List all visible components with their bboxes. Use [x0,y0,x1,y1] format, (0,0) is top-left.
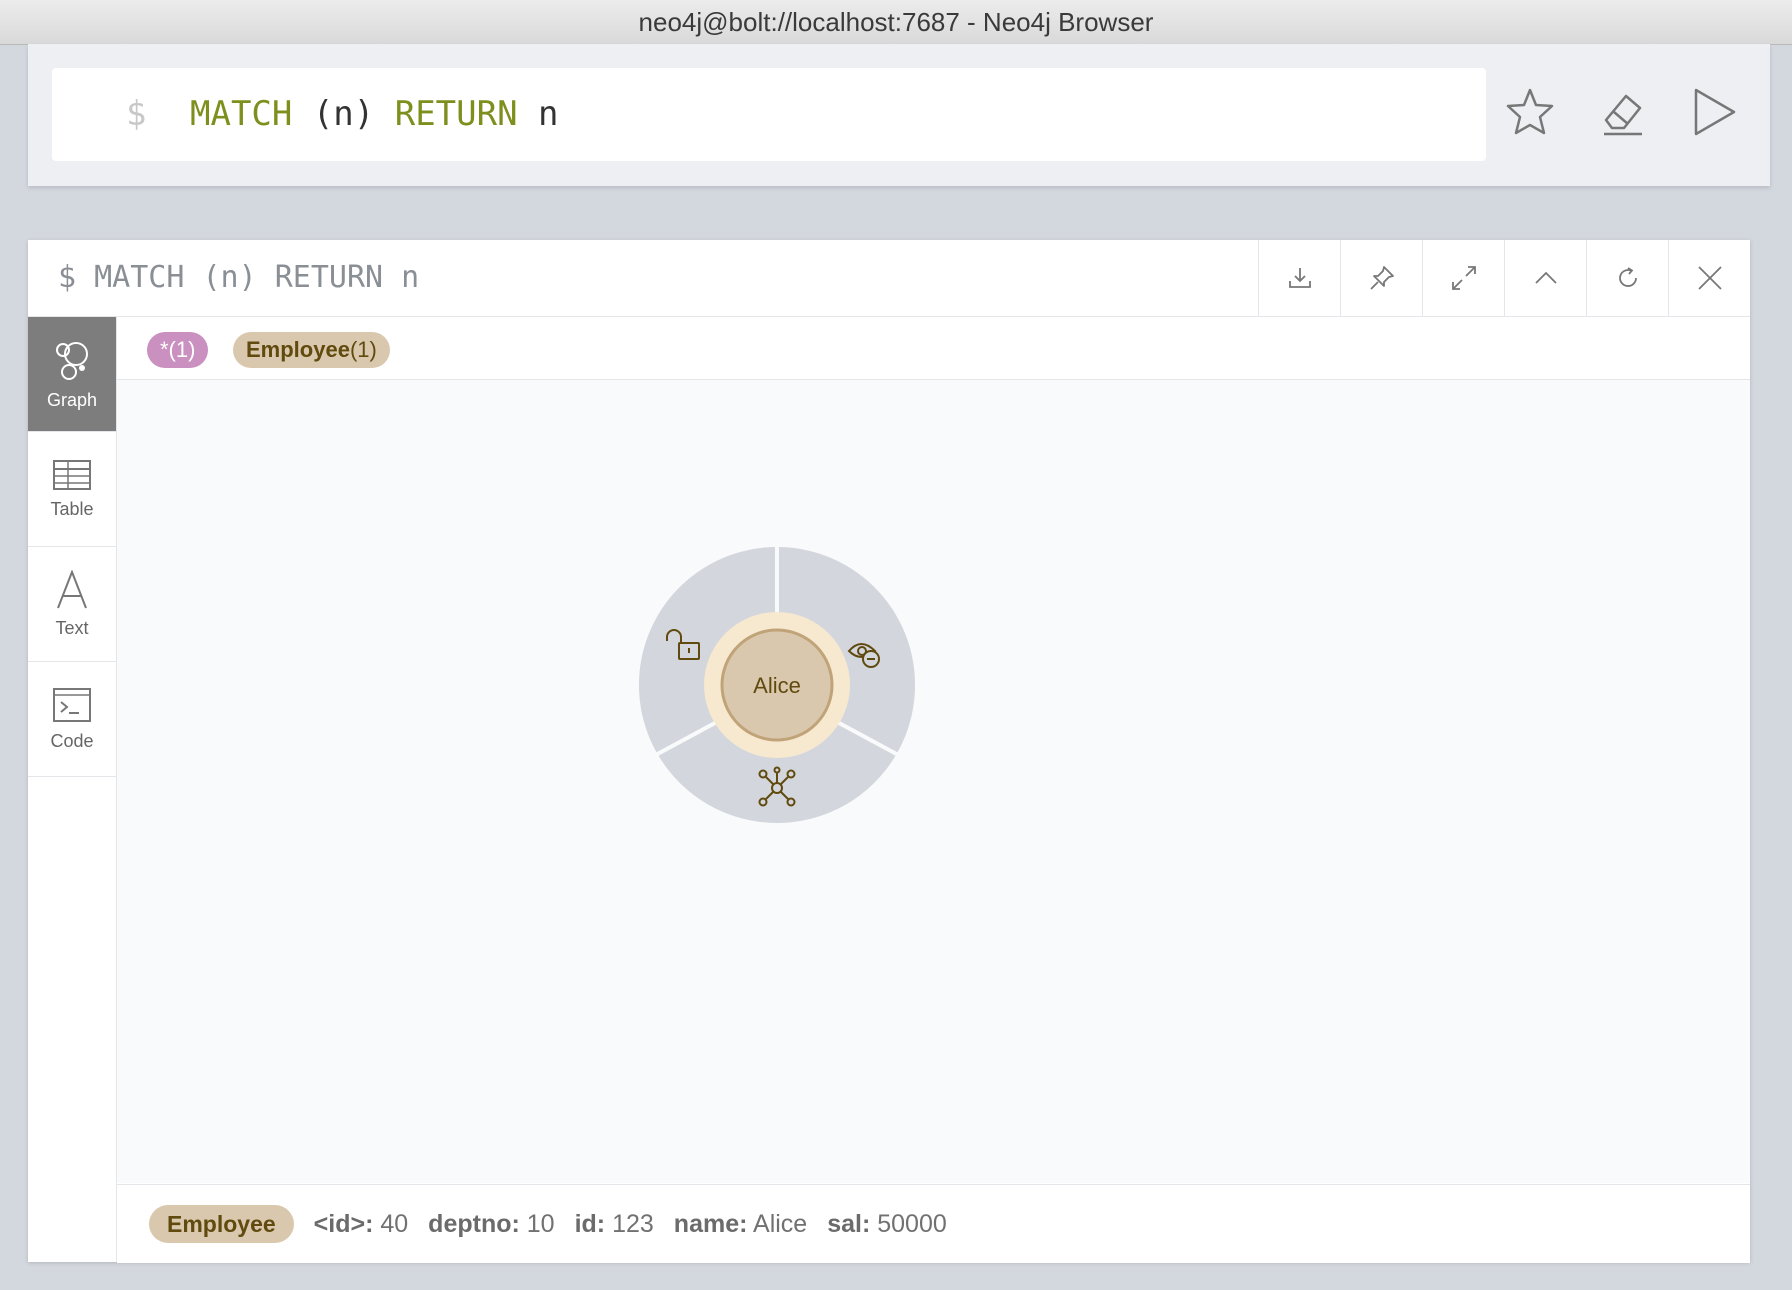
eraser-icon [1604,94,1642,136]
view-code-label: Code [50,730,94,751]
graph-svg: Alice [638,547,916,823]
rerun-icon [1618,267,1637,287]
query-keyword: MATCH [190,94,293,134]
node-details-bar: Employee <id>: 40 deptno: 10 id: 123 nam… [117,1184,1750,1263]
download-icon [1288,268,1311,288]
legend-employee-label[interactable]: Employee(1) [233,332,390,368]
query-text: (n) [292,94,395,134]
close-icon [1697,266,1722,290]
pin-icon [1369,266,1394,290]
query-keyword: RETURN [394,94,518,134]
prop-value: 40 [380,1209,409,1238]
detail-prop: <id>: 40 [314,1210,409,1239]
details-label-tag[interactable]: Employee [149,1205,294,1243]
table-icon [53,459,91,490]
collapse-icon [1534,271,1557,284]
graph-canvas[interactable]: Alice [117,380,1750,1183]
prop-key: deptno: [428,1209,520,1238]
prop-key: name: [673,1209,748,1238]
frame-header: $ MATCH (n) RETURN n [28,240,1750,317]
view-text-tab[interactable]: Text [28,547,116,662]
editor-query[interactable]: MATCH (n) RETURN n [190,68,559,161]
editor-prompt: $ [126,94,147,134]
favorite-button[interactable] [1504,86,1556,138]
detail-prop: sal: 50000 [827,1210,947,1239]
play-icon [1694,88,1736,136]
close-frame-button[interactable] [1668,240,1750,316]
prop-value: 50000 [877,1209,947,1238]
code-icon [53,687,91,722]
prop-key: <id>: [313,1209,374,1238]
view-table-tab[interactable]: Table [28,432,116,547]
view-graph-tab[interactable]: Graph [28,317,116,432]
prop-value: 10 [526,1209,555,1238]
view-code-tab[interactable]: Code [28,662,116,777]
view-switcher: Graph Table Text Code [28,317,117,1262]
run-query-button[interactable] [1688,86,1740,138]
query-editor-input[interactable]: $ MATCH (n) RETURN n [52,68,1486,161]
collapse-button[interactable] [1504,240,1586,316]
query-text: n [517,94,559,134]
graph-icon [56,341,88,380]
download-button[interactable] [1258,240,1340,316]
view-graph-label: Graph [46,389,98,410]
clear-editor-button[interactable] [1596,86,1648,138]
prop-key: sal: [827,1209,871,1238]
legend-all-nodes[interactable]: *(1) [147,332,209,368]
prop-value: Alice [753,1209,808,1238]
node-caption: Alice [753,673,801,698]
query-editor-bar: $ MATCH (n) RETURN n [28,44,1770,186]
legend-label-count: (1) [349,337,377,362]
detail-prop: deptno: 10 [428,1210,554,1239]
pin-button[interactable] [1340,240,1422,316]
result-frame: $ MATCH (n) RETURN n Graph Table Text Co… [28,240,1750,1263]
prop-value: 123 [612,1209,654,1238]
star-icon [1506,88,1554,135]
detail-prop: name: Alice [674,1210,807,1239]
rerun-button[interactable] [1586,240,1668,316]
legend-label-name: Employee [246,337,350,362]
fullscreen-button[interactable] [1422,240,1504,316]
text-icon [57,569,87,608]
view-text-label: Text [55,617,89,638]
prop-key: id: [574,1209,606,1238]
graph-legend: *(1) Employee(1) [117,317,1750,380]
frame-title[interactable]: $ MATCH (n) RETURN n [58,240,419,316]
expand-icon [1451,266,1476,290]
view-table-label: Table [50,498,94,519]
detail-prop: id: 123 [575,1210,654,1239]
window-title: neo4j@bolt://localhost:7687 - Neo4j Brow… [0,0,1792,45]
